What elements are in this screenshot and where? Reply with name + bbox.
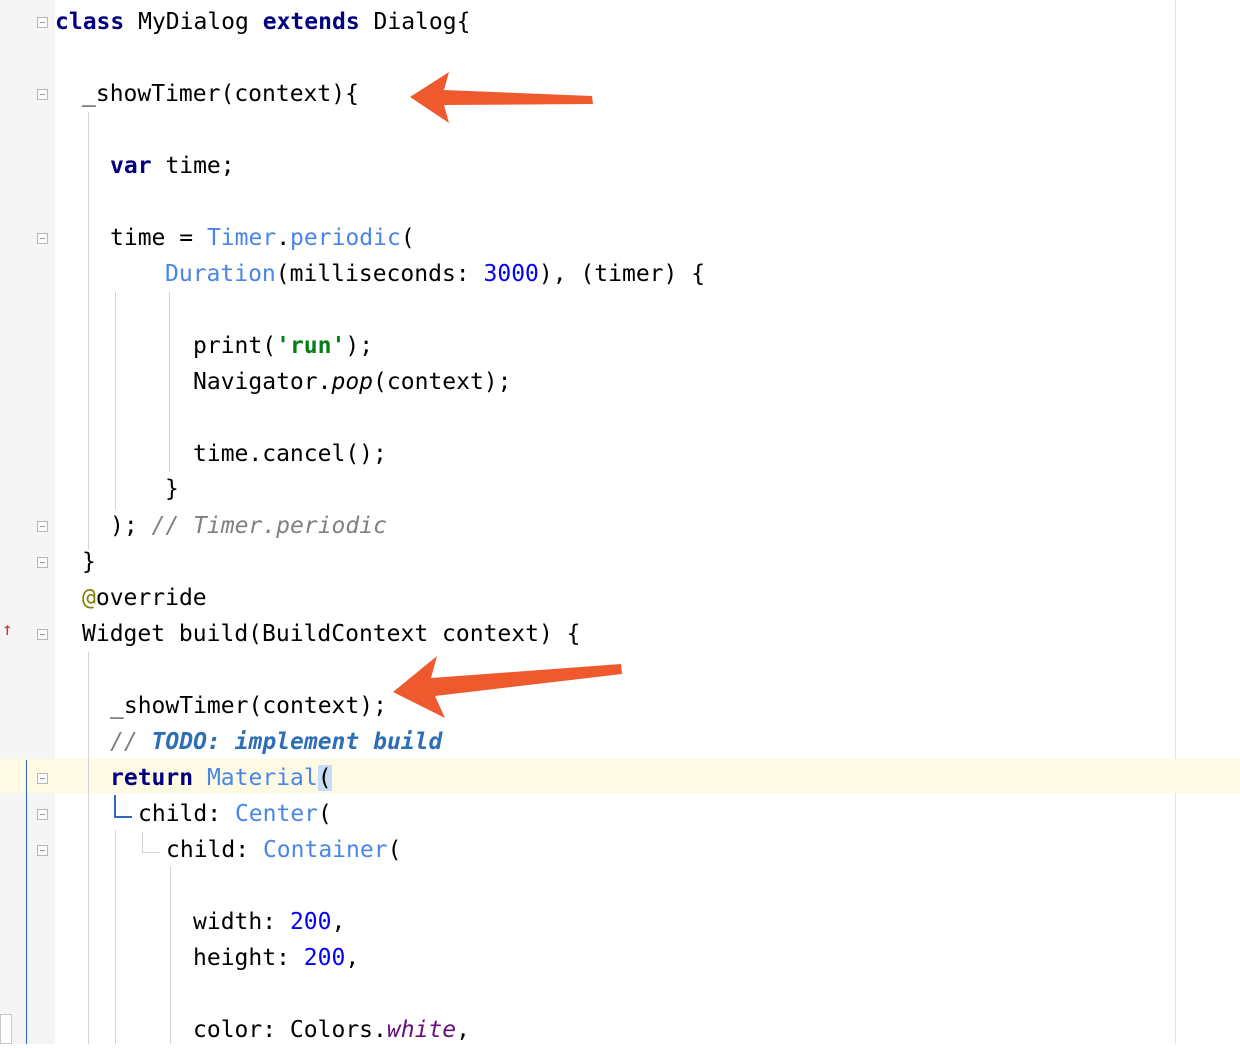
code-token: Center <box>234 801 319 827</box>
code-token: Widget build(BuildContext context) { <box>82 621 581 647</box>
red-arrow-icon <box>393 656 622 718</box>
fold-marker-icon[interactable] <box>37 629 48 640</box>
fold-marker-icon[interactable] <box>37 809 48 820</box>
code-line[interactable]: color: Colors.white, <box>193 1012 470 1048</box>
code-token: child: <box>166 837 263 863</box>
code-token: 3000 <box>483 261 539 287</box>
code-token: Material <box>206 765 318 791</box>
code-token: Navigator. <box>193 369 332 395</box>
indent-guide <box>88 112 89 550</box>
red-arrow-icon <box>410 72 593 123</box>
fold-marker-icon[interactable] <box>37 845 48 856</box>
override-up-arrow-icon[interactable]: ↑ <box>2 620 13 640</box>
code-token: TODO: implement build <box>151 729 443 755</box>
code-token: @ <box>82 585 96 611</box>
code-token: MyDialog <box>124 9 263 35</box>
indent-guide <box>170 866 171 1044</box>
code-token: , <box>331 909 346 935</box>
code-token: Timer <box>206 225 277 251</box>
right-margin-guide <box>1175 0 1176 1044</box>
code-editor[interactable]: ↑ class MyDialog extends Dialog{ _showTi… <box>0 0 1240 1044</box>
code-token: white <box>386 1017 457 1043</box>
code-token: 200 <box>303 945 346 971</box>
code-token: ( <box>318 801 332 827</box>
code-token: child: <box>138 801 235 827</box>
fold-marker-icon[interactable] <box>37 557 48 568</box>
code-token: ); <box>110 513 152 539</box>
code-line[interactable]: class MyDialog extends Dialog{ <box>55 4 470 40</box>
code-token: // Timer.periodic <box>151 513 387 539</box>
code-token: } <box>165 476 179 502</box>
code-token: // <box>110 729 152 755</box>
code-line[interactable]: _showTimer(context); <box>110 688 387 724</box>
code-token: } <box>82 549 96 575</box>
code-token: pop <box>331 369 374 395</box>
code-token: Dialog{ <box>359 9 471 35</box>
code-token: ( <box>400 225 415 251</box>
code-line[interactable]: var time; <box>110 148 235 184</box>
fold-marker-icon[interactable] <box>37 233 48 244</box>
code-line[interactable]: // TODO: implement build <box>110 724 442 760</box>
code-token: (milliseconds: <box>275 261 484 287</box>
bracket-scope-guide <box>114 816 132 818</box>
code-token: 200 <box>289 909 332 935</box>
code-token: , <box>345 945 360 971</box>
code-token: , <box>456 1017 470 1043</box>
code-token: class <box>55 9 125 35</box>
code-line[interactable]: Widget build(BuildContext context) { <box>82 616 581 652</box>
code-line[interactable]: _showTimer(context){ <box>82 76 359 112</box>
fold-marker-icon[interactable] <box>37 773 48 784</box>
code-line[interactable]: time = Timer.periodic( <box>110 220 415 256</box>
scope-bar <box>26 760 27 1044</box>
indent-guide <box>115 292 116 510</box>
fold-marker-icon[interactable] <box>37 17 48 28</box>
code-line[interactable]: child: Center( <box>138 796 332 832</box>
code-line[interactable]: Navigator.pop(context); <box>193 364 512 400</box>
code-token: height: <box>193 945 304 971</box>
code-token: time = <box>110 225 207 251</box>
code-token: . <box>276 225 291 251</box>
code-line[interactable]: width: 200, <box>193 904 345 940</box>
code-token: Container <box>262 837 388 863</box>
code-token: print( <box>193 333 277 359</box>
gutter-marker <box>0 1014 12 1044</box>
fold-marker-icon[interactable] <box>37 521 48 532</box>
code-token: periodic <box>290 225 401 251</box>
code-token: (context); <box>373 369 512 395</box>
bracket-scope-guide <box>114 795 116 817</box>
indent-guide <box>88 652 89 1044</box>
code-token: return <box>110 765 194 791</box>
code-token: ( <box>387 837 402 863</box>
code-line[interactable]: @override <box>82 580 207 616</box>
code-token: time; <box>151 153 235 179</box>
code-line[interactable]: } <box>165 471 179 507</box>
code-line[interactable]: child: Container( <box>166 832 401 868</box>
code-token: _showTimer(context); <box>110 693 387 719</box>
code-token: ( <box>317 765 332 791</box>
code-token: extends <box>262 9 360 35</box>
code-token: ), (timer) { <box>538 261 706 287</box>
indent-guide <box>115 830 116 1044</box>
code-line[interactable]: height: 200, <box>193 940 359 976</box>
code-token: var <box>110 153 152 179</box>
code-line[interactable]: time.cancel(); <box>193 436 387 472</box>
code-token: override <box>95 585 207 611</box>
indent-guide <box>142 852 160 853</box>
code-token: 'run' <box>276 333 346 359</box>
code-line[interactable]: ); // Timer.periodic <box>110 508 387 544</box>
code-token: ); <box>345 333 374 359</box>
code-line[interactable]: print('run'); <box>193 328 373 364</box>
code-token: width: <box>193 909 290 935</box>
code-token: time.cancel(); <box>193 441 387 467</box>
fold-marker-icon[interactable] <box>37 89 48 100</box>
code-line[interactable]: return Material( <box>110 760 332 796</box>
code-line[interactable]: } <box>82 544 96 580</box>
code-token: color: Colors. <box>193 1017 387 1043</box>
indent-guide <box>169 292 170 472</box>
code-line[interactable]: Duration(milliseconds: 3000), (timer) { <box>165 256 705 292</box>
indent-guide <box>142 832 143 852</box>
code-token: _showTimer(context){ <box>82 81 359 107</box>
code-token: Duration <box>165 261 276 287</box>
